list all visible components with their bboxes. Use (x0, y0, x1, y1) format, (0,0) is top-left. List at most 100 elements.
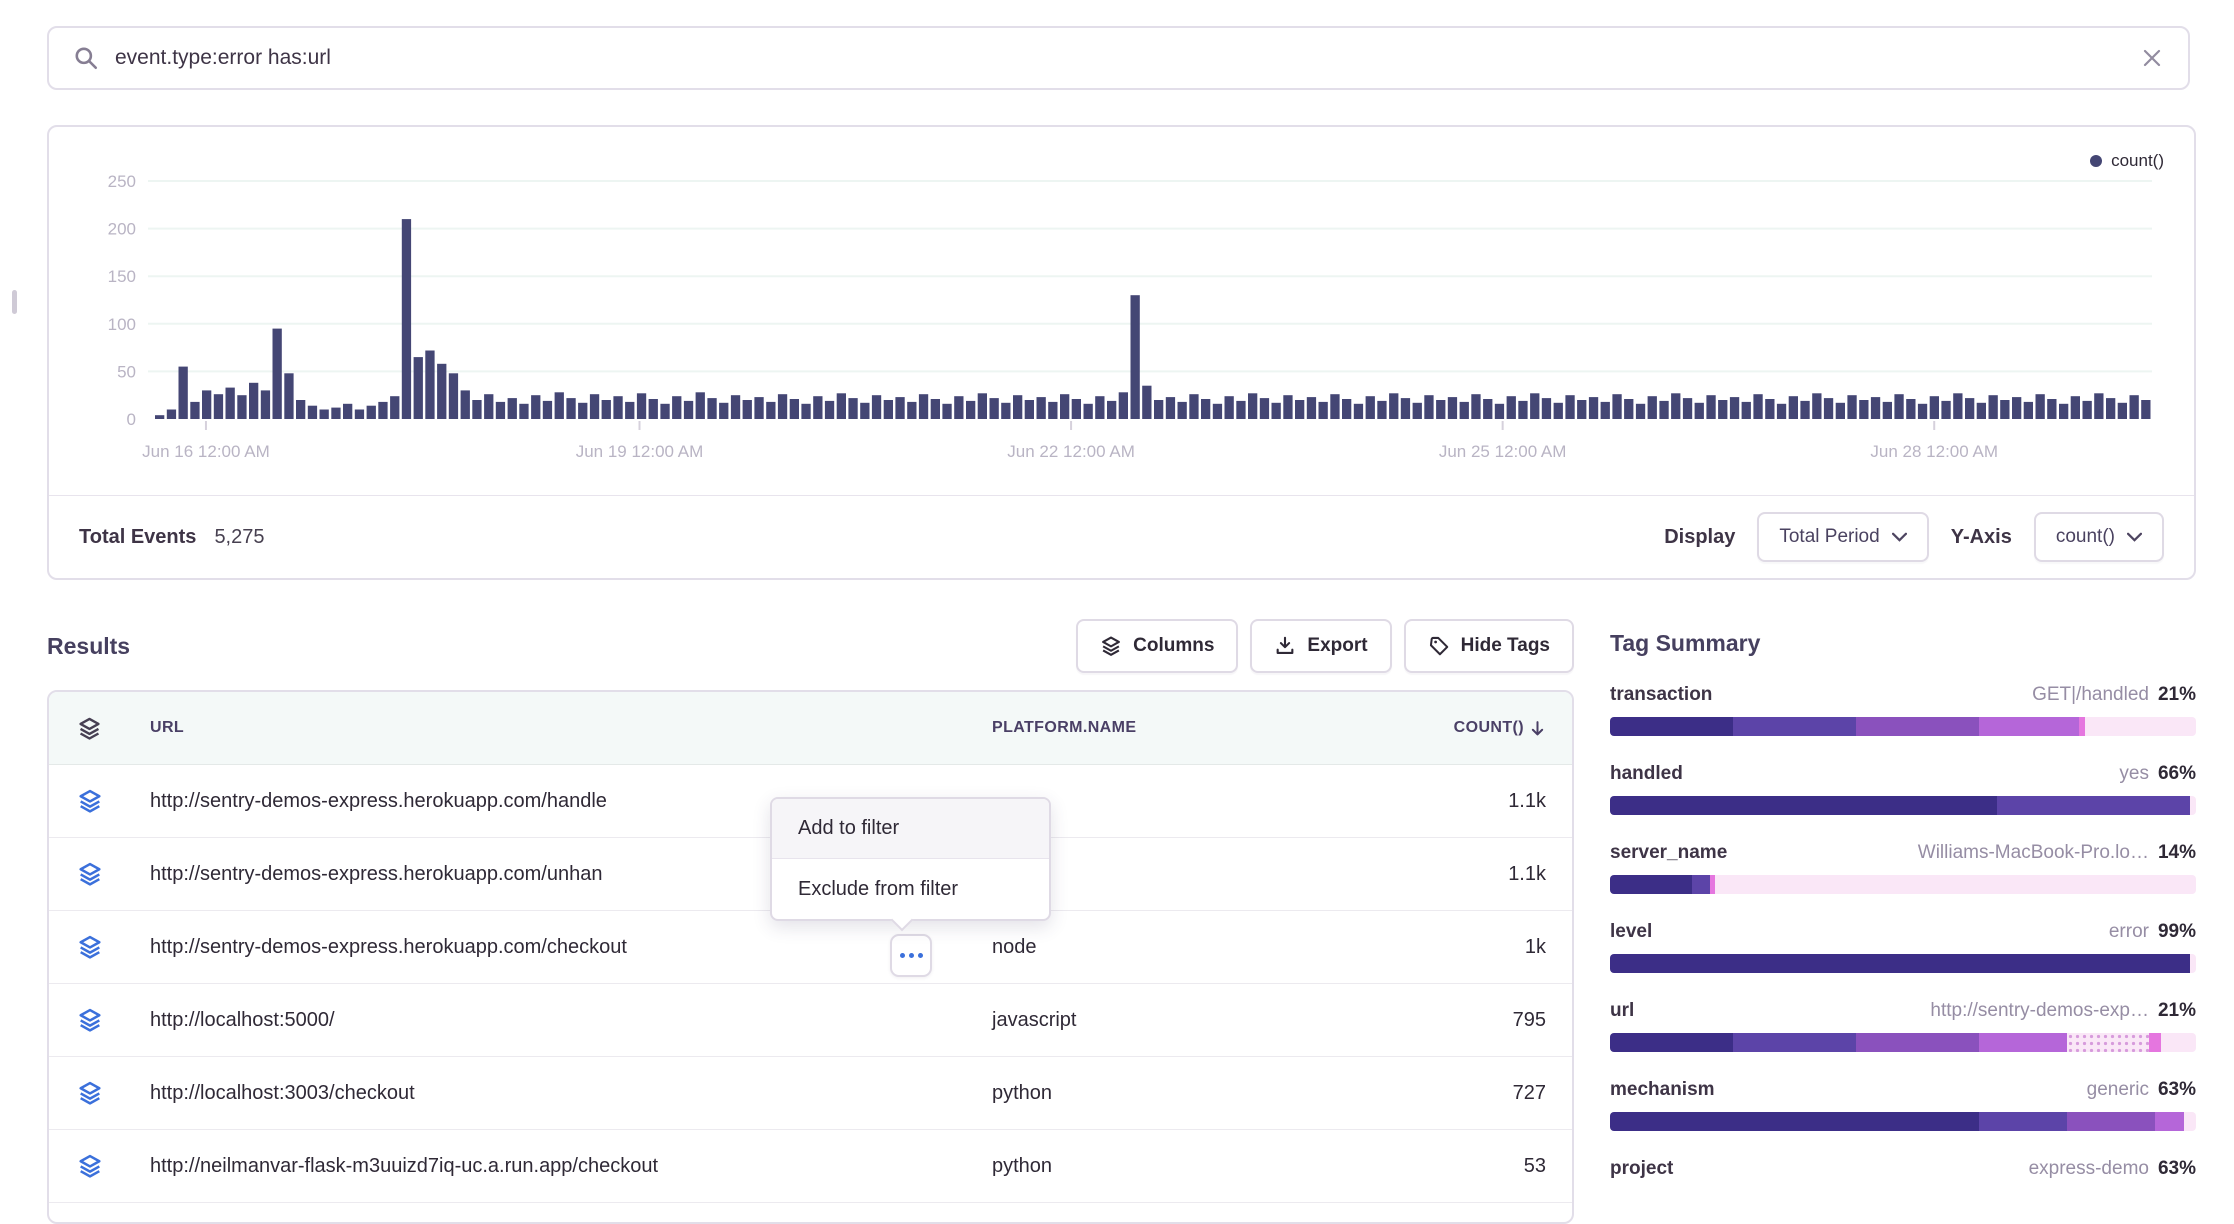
svg-text:Jun 19 12:00 AM: Jun 19 12:00 AM (576, 442, 704, 461)
results-heading: Results (47, 633, 130, 660)
clear-search-icon[interactable] (2140, 46, 2164, 70)
row-url[interactable]: http://localhost:5000/ (150, 1009, 992, 1032)
tag-bar-segment[interactable] (1979, 717, 2079, 736)
yaxis-label: Y-Axis (1951, 526, 2012, 549)
tag-group: url http://sentry-demos-exp… 21% (1610, 1000, 2196, 1052)
sidebar-collapse-handle[interactable] (12, 290, 17, 314)
chart-footer: Total Events 5,275 Display Total Period … (49, 495, 2194, 578)
table-row[interactable]: http://localhost:3003/checkout python 72… (49, 1057, 1572, 1130)
row-url[interactable]: http://neilmanvar-flask-m3uuizd7iq-uc.a.… (150, 1155, 992, 1178)
tag-bar-segment[interactable] (1610, 717, 1733, 736)
svg-text:Jun 28 12:00 AM: Jun 28 12:00 AM (1870, 442, 1998, 461)
tag-distribution-bar[interactable] (1610, 1033, 2196, 1052)
tag-distribution-bar[interactable] (1610, 875, 2196, 894)
row-url[interactable]: http://localhost:3003/checkout (150, 1082, 992, 1105)
tag-top-percent: 99% (2158, 921, 2196, 943)
row-count: 1.1k (1392, 790, 1572, 813)
column-header-platform[interactable]: PLATFORM.NAME (992, 719, 1392, 737)
tag-icon (1428, 635, 1450, 657)
table-row[interactable]: http://localhost:5000/ javascript 795 (49, 984, 1572, 1057)
tag-head: server_name Williams-MacBook-Pro.lo… 14% (1610, 842, 2196, 864)
count-header-label: COUNT() (1454, 719, 1524, 737)
stack-icon (1100, 635, 1122, 657)
row-url[interactable]: http://sentry-demos-express.herokuapp.co… (150, 936, 992, 959)
tag-bar-segment[interactable] (2085, 717, 2196, 736)
tag-bar-segment[interactable] (2155, 1112, 2184, 1131)
row-count: 727 (1392, 1082, 1572, 1105)
columns-button[interactable]: Columns (1076, 619, 1238, 673)
tag-bar-segment[interactable] (2190, 796, 2196, 815)
dot-icon (909, 953, 914, 958)
export-button[interactable]: Export (1250, 619, 1391, 673)
total-events-label: Total Events (79, 526, 196, 549)
tag-top-percent: 14% (2158, 842, 2196, 864)
row-count: 1k (1392, 936, 1572, 959)
tag-head: project express-demo 63% (1610, 1158, 2196, 1180)
svg-text:Jun 25 12:00 AM: Jun 25 12:00 AM (1439, 442, 1567, 461)
tag-head: url http://sentry-demos-exp… 21% (1610, 1000, 2196, 1022)
tag-distribution-bar[interactable] (1610, 954, 2196, 973)
results-header: Results Columns Export Hide Tags (47, 618, 1574, 674)
tag-bar-segment[interactable] (1979, 1033, 2067, 1052)
display-dropdown[interactable]: Total Period (1757, 512, 1928, 562)
tag-group: level error 99% (1610, 921, 2196, 973)
hide-tags-button-label: Hide Tags (1461, 635, 1550, 657)
tag-bar-segment[interactable] (2067, 1033, 2149, 1052)
tag-bar-segment[interactable] (1997, 796, 2190, 815)
tag-bar-segment[interactable] (1610, 875, 1692, 894)
tag-bar-segment[interactable] (1856, 717, 1979, 736)
tag-bar-segment[interactable] (2184, 1112, 2196, 1131)
tag-summary-heading: Tag Summary (1610, 630, 2196, 657)
tag-top-value: http://sentry-demos-exp… (1930, 1000, 2149, 1022)
search-input[interactable] (115, 46, 2140, 70)
row-platform: node (992, 936, 1392, 959)
tag-group: project express-demo 63% (1610, 1158, 2196, 1180)
menu-item-exclude-from-filter[interactable]: Exclude from filter (772, 859, 1049, 919)
cell-actions-button[interactable] (890, 934, 932, 977)
tag-bar-segment[interactable] (1733, 1033, 1856, 1052)
search-bar[interactable] (47, 26, 2190, 90)
tag-bar-segment[interactable] (1715, 875, 2196, 894)
stack-icon (49, 1080, 150, 1106)
dot-icon (918, 953, 923, 958)
table-row[interactable]: http://sentry-demos-express.herokuapp.co… (49, 911, 1572, 984)
tag-bar-segment[interactable] (1610, 1112, 1979, 1131)
yaxis-dropdown[interactable]: count() (2034, 512, 2164, 562)
tag-distribution-bar[interactable] (1610, 1112, 2196, 1131)
events-chart-panel: count() 050100150200250Jun 16 12:00 AMJu… (47, 125, 2196, 580)
tag-name: project (1610, 1158, 1673, 1180)
row-count: 795 (1392, 1009, 1572, 1032)
tag-bar-segment[interactable] (1733, 717, 1856, 736)
svg-text:100: 100 (108, 315, 136, 334)
tag-head: level error 99% (1610, 921, 2196, 943)
tag-bar-segment[interactable] (2161, 1033, 2196, 1052)
hide-tags-button[interactable]: Hide Tags (1404, 619, 1574, 673)
tag-bar-segment[interactable] (1610, 796, 1997, 815)
tag-top-value: generic (2087, 1079, 2149, 1101)
chevron-down-icon (2127, 532, 2142, 542)
display-label: Display (1664, 526, 1735, 549)
tag-bar-segment[interactable] (2190, 954, 2196, 973)
display-dropdown-value: Total Period (1779, 526, 1879, 548)
chevron-down-icon (1892, 532, 1907, 542)
tag-bar-segment[interactable] (2067, 1112, 2155, 1131)
tag-summary: Tag Summary transaction GET|/handled 21%… (1610, 630, 2196, 1180)
tag-bar-segment[interactable] (1692, 875, 1710, 894)
column-header-url[interactable]: URL (150, 719, 992, 737)
menu-item-add-to-filter[interactable]: Add to filter (772, 799, 1049, 859)
stack-icon (49, 861, 150, 887)
svg-text:Jun 22 12:00 AM: Jun 22 12:00 AM (1007, 442, 1135, 461)
tag-distribution-bar[interactable] (1610, 717, 2196, 736)
table-row[interactable]: http://neilmanvar-flask-m3uuizd7iq-uc.a.… (49, 1130, 1572, 1203)
events-chart: 050100150200250Jun 16 12:00 AMJun 19 12:… (49, 137, 2198, 472)
column-header-count[interactable]: COUNT() (1392, 719, 1572, 737)
tag-name: mechanism (1610, 1079, 1715, 1101)
export-button-label: Export (1307, 635, 1367, 657)
tag-bar-segment[interactable] (1610, 954, 2190, 973)
tag-bar-segment[interactable] (1856, 1033, 1979, 1052)
tag-bar-segment[interactable] (1979, 1112, 2067, 1131)
tag-distribution-bar[interactable] (1610, 796, 2196, 815)
tag-bar-segment[interactable] (1610, 1033, 1733, 1052)
tag-bar-segment[interactable] (2149, 1033, 2161, 1052)
tag-name: level (1610, 921, 1652, 943)
